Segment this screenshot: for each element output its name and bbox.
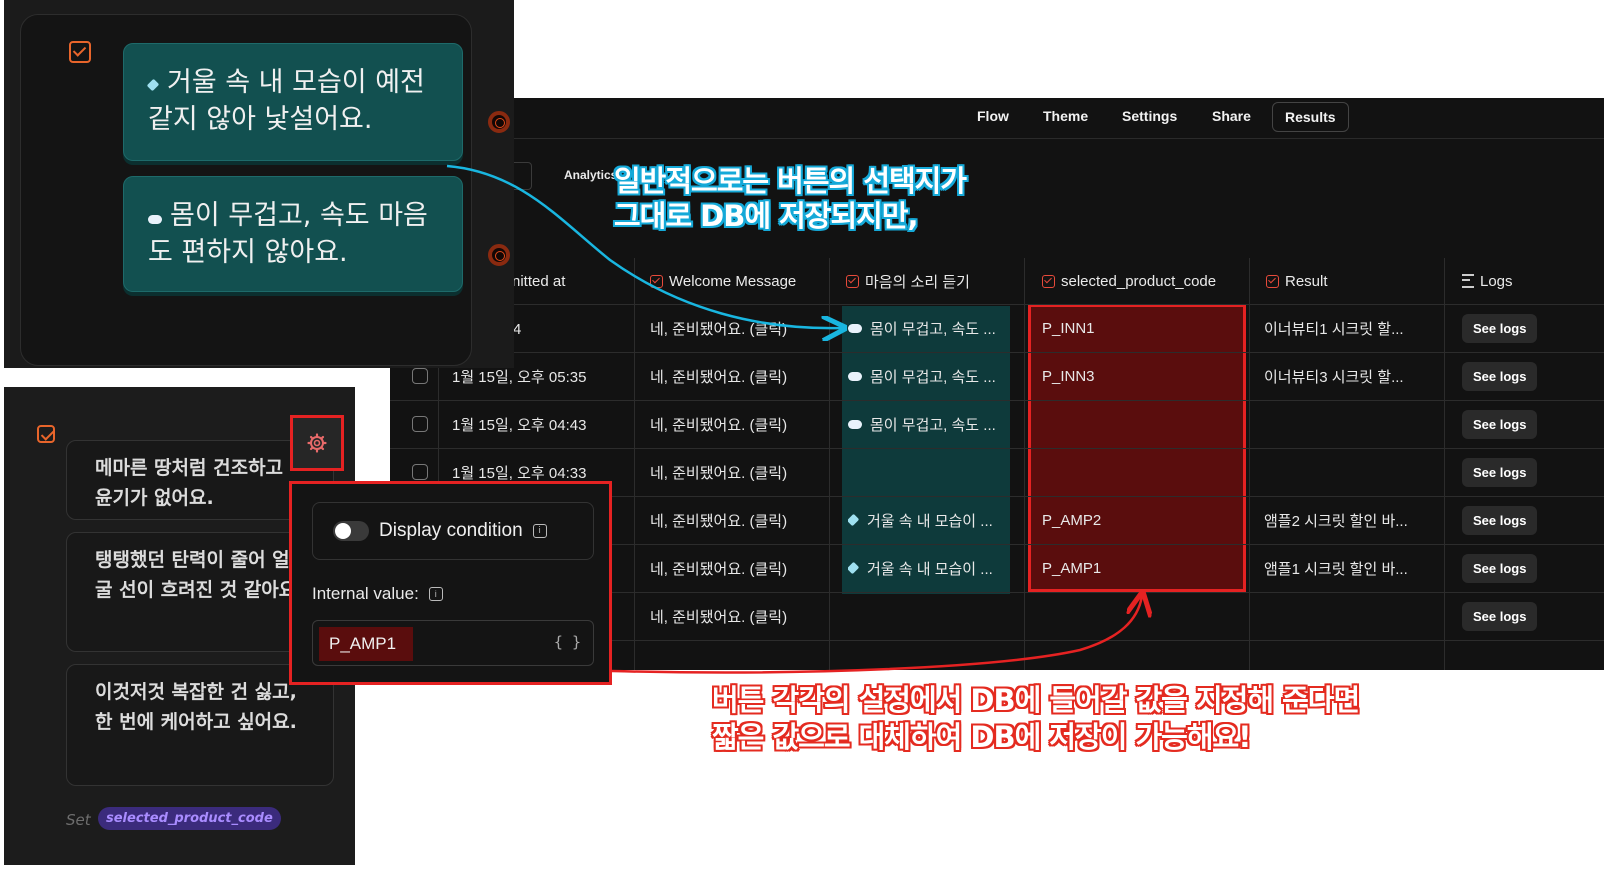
annotation-cyan-line1: 일반적으로는 버튼의 선택지가 xyxy=(614,164,967,198)
annotation-cyan-line2: 그대로 DB에 저장되지만, xyxy=(614,199,919,233)
annotation-cyan: 일반적으로는 버튼의 선택지가 그대로 DB에 저장되지만, xyxy=(614,164,967,234)
annotation-arrows xyxy=(446,164,1606,674)
annotation-red: 버튼 각각의 설정에서 DB에 들어갈 값을 지정해 준다면 짧은 값으로 대체… xyxy=(712,682,1360,756)
red-arrow xyxy=(611,596,1142,674)
annotation-red-line1: 버튼 각각의 설정에서 DB에 들어갈 값을 지정해 준다면 xyxy=(712,683,1360,717)
annotation-red-line2: 짧은 값으로 대체하여 DB에 저장이 가능해요! xyxy=(712,720,1251,754)
